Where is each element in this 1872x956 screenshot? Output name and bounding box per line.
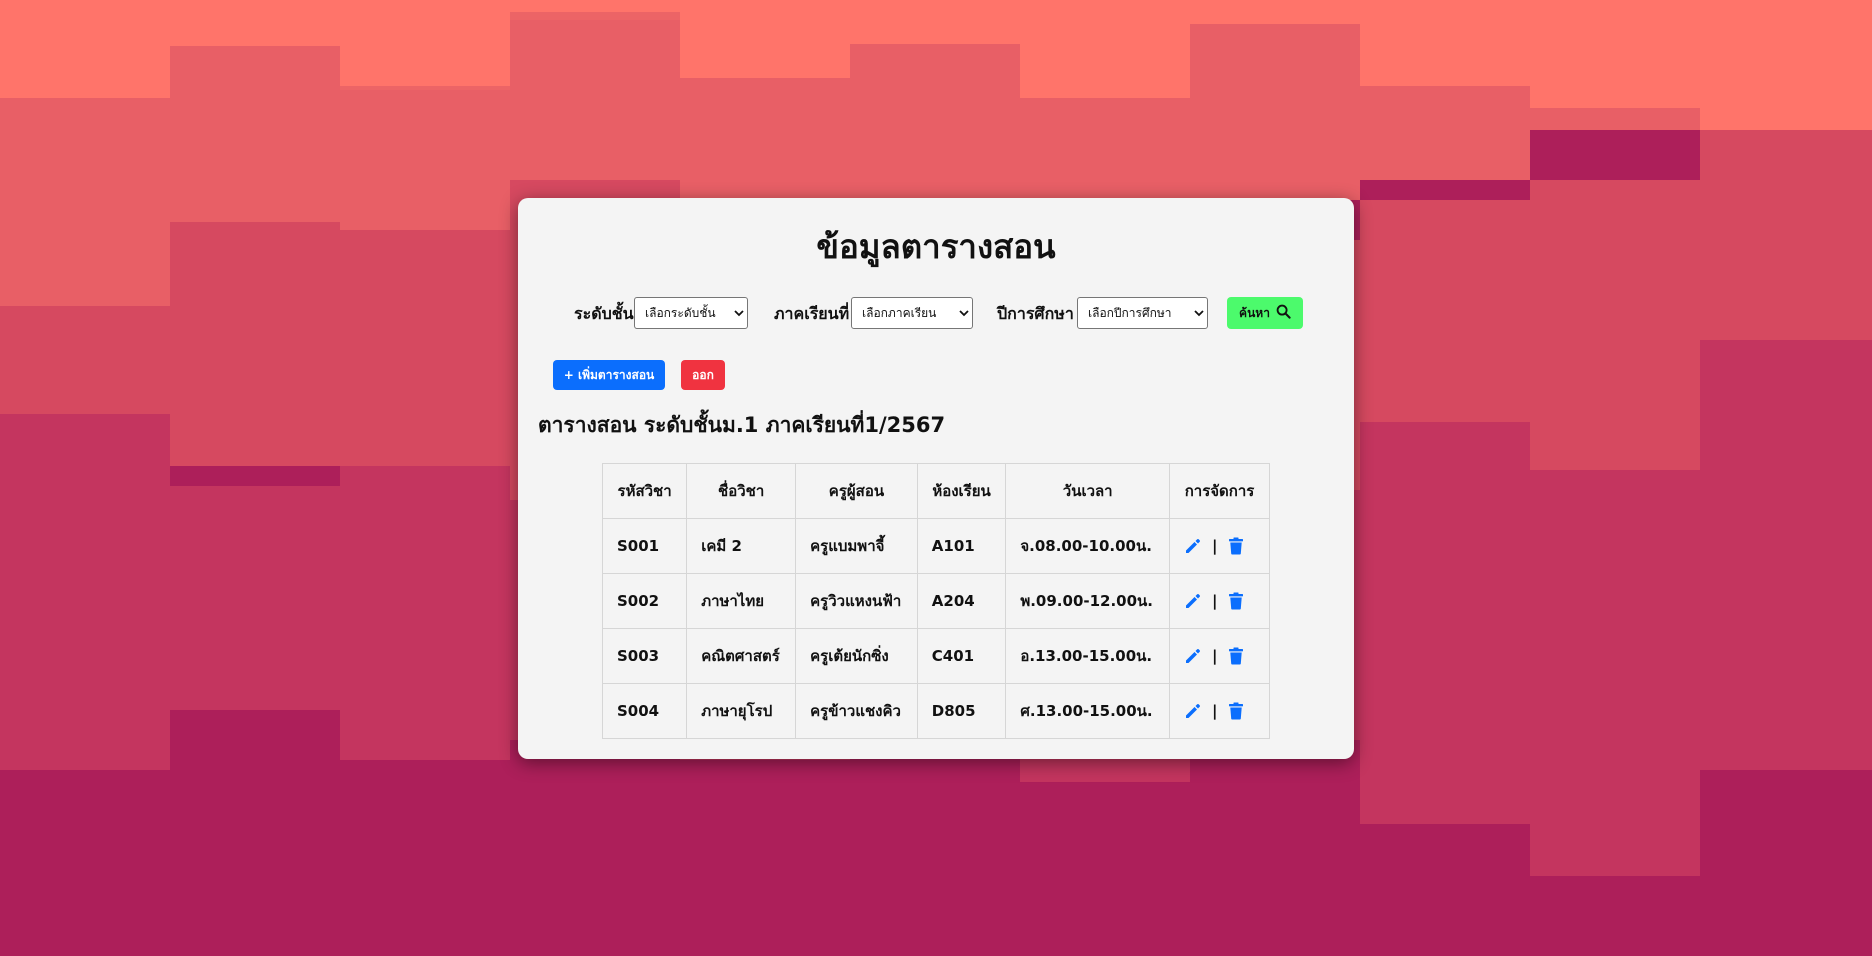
action-separator: | bbox=[1212, 647, 1218, 665]
cell-teacher: ครูแบมพาจี้ bbox=[795, 518, 918, 574]
pencil-icon[interactable] bbox=[1184, 702, 1202, 720]
cell-actions: | bbox=[1169, 683, 1270, 739]
level-select[interactable]: เลือกระดับชั้น bbox=[634, 297, 748, 329]
semester-filter-label: ภาคเรียนที่ bbox=[774, 304, 850, 323]
cell-actions: | bbox=[1169, 628, 1270, 684]
add-schedule-button[interactable]: + เพิ่มตารางสอน bbox=[553, 360, 665, 390]
cell-room: A101 bbox=[916, 518, 1007, 574]
pencil-icon[interactable] bbox=[1184, 592, 1202, 610]
cell-subject-name: ภาษายุโรป bbox=[686, 683, 797, 739]
cell-subject-name: เคมี 2 bbox=[686, 518, 797, 574]
cell-subject-code: S002 bbox=[601, 573, 688, 629]
table-header-row: รหัสวิชา ชื่อวิชา ครูผู้สอน ห้องเรียน วั… bbox=[601, 463, 1270, 519]
header-teacher: ครูผู้สอน bbox=[795, 463, 918, 519]
year-select-value: เลือกปีการศึกษา bbox=[1088, 305, 1172, 320]
search-icon bbox=[1276, 304, 1291, 322]
semester-select[interactable]: เลือกภาคเรียน bbox=[851, 297, 973, 329]
header-room: ห้องเรียน bbox=[916, 463, 1007, 519]
schedule-card: ข้อมูลตารางสอน ระดับชั้น เลือกระดับชั้น … bbox=[518, 198, 1354, 759]
header-datetime: วันเวลา bbox=[1005, 463, 1171, 519]
level-select-value: เลือกระดับชั้น bbox=[645, 305, 716, 320]
chevron-down-icon bbox=[956, 307, 972, 320]
cell-room: D805 bbox=[916, 683, 1007, 739]
schedule-subtitle: ตารางสอน ระดับชั้นม.1 ภาคเรียนที่1/2567 bbox=[538, 413, 946, 437]
action-separator: | bbox=[1212, 702, 1218, 720]
action-separator: | bbox=[1212, 592, 1218, 610]
cell-room: C401 bbox=[916, 628, 1007, 684]
cell-actions: | bbox=[1169, 573, 1270, 629]
cell-room: A204 bbox=[916, 573, 1007, 629]
cell-teacher: ครูเต้ยนักซิ่ง bbox=[795, 628, 918, 684]
cell-subject-name: คณิตศาสตร์ bbox=[686, 628, 797, 684]
trash-icon[interactable] bbox=[1228, 647, 1244, 665]
cell-subject-code: S004 bbox=[601, 683, 688, 739]
year-filter-label: ปีการศึกษา bbox=[997, 304, 1074, 323]
table-row: S002 ภาษาไทย ครูวิวแหงนฟ้า A204 พ.09.00-… bbox=[601, 573, 1270, 629]
pencil-icon[interactable] bbox=[1184, 537, 1202, 555]
header-subject-name: ชื่อวิชา bbox=[686, 463, 797, 519]
search-button[interactable]: ค้นหา bbox=[1227, 297, 1303, 329]
level-filter-label: ระดับชั้น bbox=[574, 304, 634, 323]
chevron-down-icon bbox=[1191, 307, 1207, 320]
chevron-down-icon bbox=[731, 307, 747, 320]
year-select[interactable]: เลือกปีการศึกษา bbox=[1077, 297, 1208, 329]
cell-datetime: จ.08.00-10.00น. bbox=[1005, 518, 1171, 574]
header-manage: การจัดการ bbox=[1169, 463, 1270, 519]
trash-icon[interactable] bbox=[1228, 592, 1244, 610]
semester-select-value: เลือกภาคเรียน bbox=[862, 305, 937, 320]
pencil-icon[interactable] bbox=[1184, 647, 1202, 665]
table-row: S003 คณิตศาสตร์ ครูเต้ยนักซิ่ง C401 อ.13… bbox=[601, 628, 1270, 684]
cell-subject-code: S001 bbox=[601, 518, 688, 574]
cell-teacher: ครูข้าวแชงคิว bbox=[795, 683, 918, 739]
cell-subject-name: ภาษาไทย bbox=[686, 573, 797, 629]
cell-subject-code: S003 bbox=[601, 628, 688, 684]
table-row: S004 ภาษายุโรป ครูข้าวแชงคิว D805 ศ.13.0… bbox=[601, 683, 1270, 739]
trash-icon[interactable] bbox=[1228, 537, 1244, 555]
cell-actions: | bbox=[1169, 518, 1270, 574]
trash-icon[interactable] bbox=[1228, 702, 1244, 720]
search-button-label: ค้นหา bbox=[1239, 305, 1270, 320]
action-separator: | bbox=[1212, 537, 1218, 555]
header-subject-code: รหัสวิชา bbox=[601, 463, 688, 519]
page-title: ข้อมูลตารางสอน bbox=[816, 227, 1056, 266]
table-row: S001 เคมี 2 ครูแบมพาจี้ A101 จ.08.00-10.… bbox=[601, 518, 1270, 574]
schedule-table: รหัสวิชา ชื่อวิชา ครูผู้สอน ห้องเรียน วั… bbox=[601, 463, 1270, 739]
cell-datetime: พ.09.00-12.00น. bbox=[1005, 573, 1171, 629]
cell-datetime: อ.13.00-15.00น. bbox=[1005, 628, 1171, 684]
cell-teacher: ครูวิวแหงนฟ้า bbox=[795, 573, 918, 629]
exit-button[interactable]: ออก bbox=[681, 360, 725, 390]
cell-datetime: ศ.13.00-15.00น. bbox=[1005, 683, 1171, 739]
